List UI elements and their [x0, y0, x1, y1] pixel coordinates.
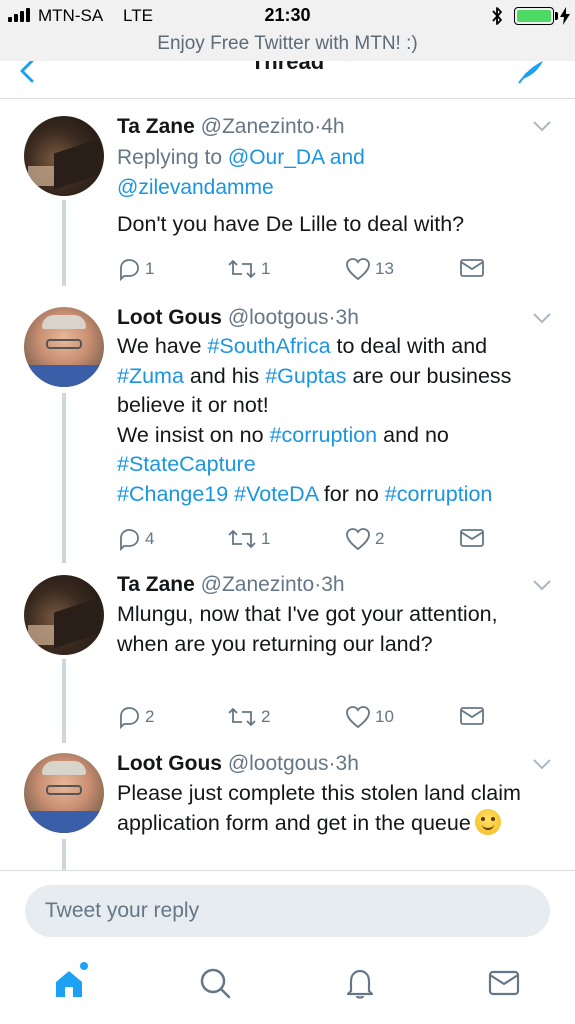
tweet-header: Loot Gous @lootgous·3h [117, 752, 359, 775]
avatar[interactable] [24, 753, 104, 833]
tweet-header: Ta Zane @Zanezinto·3h [117, 573, 345, 596]
reply-bar [0, 870, 575, 938]
tweet-header: Loot Gous @lootgous·3h [117, 306, 359, 329]
tweet-text: Mlungu, now that I've got your attention… [117, 602, 498, 656]
thread-connector [62, 839, 66, 870]
heart-icon [346, 258, 370, 281]
reply-icon [120, 529, 139, 551]
hashtag-link[interactable]: #StateCapture [117, 452, 256, 476]
replying-to: Replying to @Our_DA and @zilevandamme [117, 146, 365, 199]
retweet-icon [228, 529, 256, 549]
reply-button[interactable]: 4 [117, 527, 154, 551]
hashtag-link[interactable]: #Guptas [265, 364, 346, 388]
tweet-reply-input[interactable] [25, 885, 550, 937]
tweet-time: 3h [335, 306, 359, 329]
tweet-actions: 2 2 10 [117, 705, 487, 731]
avatar[interactable] [24, 116, 104, 196]
status-bar: MTN-SA LTE 21:30 [0, 0, 575, 30]
tweet-header: Ta Zane @Zanezinto·4h [117, 115, 345, 138]
reply-button[interactable]: 2 [117, 705, 154, 729]
thread-connector [62, 200, 66, 286]
tweet-text: We have #SouthAfrica to deal with and #Z… [117, 334, 512, 506]
chevron-down-icon[interactable] [532, 579, 552, 591]
envelope-icon [460, 259, 484, 277]
hashtag-link[interactable]: #Zuma [117, 364, 184, 388]
like-button[interactable]: 13 [345, 257, 394, 281]
retweet-button[interactable]: 1 [227, 527, 270, 551]
author-handle[interactable]: @lootgous [228, 752, 329, 775]
hashtag-link[interactable]: #SouthAfrica [207, 334, 330, 358]
tweet-text: Please just complete this stolen land cl… [117, 781, 521, 835]
page-title: Thread [250, 61, 325, 74]
home-icon[interactable] [52, 966, 86, 1000]
author-name[interactable]: Ta Zane [117, 115, 195, 138]
status-time: 21:30 [264, 5, 311, 25]
hashtag-link[interactable]: #VoteDA [234, 482, 318, 506]
like-button[interactable]: 10 [345, 705, 394, 729]
smiling-face-emoji [474, 808, 501, 835]
mention-link[interactable]: @zilevandamme [117, 176, 274, 199]
heart-icon [346, 528, 370, 551]
notifications-bell-icon[interactable] [343, 966, 377, 1000]
reply-icon [120, 259, 139, 281]
new-content-indicator [80, 962, 88, 970]
tweet-4[interactable]: Loot Gous @lootgous·3h Please just compl… [0, 743, 575, 870]
direct-message-button[interactable] [459, 705, 485, 727]
hashtag-link[interactable]: #corruption [270, 423, 378, 447]
retweet-button[interactable]: 1 [227, 257, 270, 281]
hashtag-link[interactable]: #corruption [385, 482, 493, 506]
retweet-button[interactable]: 2 [227, 705, 270, 729]
envelope-icon [460, 529, 484, 547]
avatar[interactable] [24, 575, 104, 655]
retweet-icon [228, 259, 256, 279]
tweet-text: Don't you have De Lille to deal with? [117, 212, 465, 236]
direct-message-button[interactable] [459, 257, 485, 279]
bottom-tab-bar [0, 946, 575, 1024]
like-button[interactable]: 2 [345, 527, 384, 551]
mention-link[interactable]: and [330, 146, 365, 169]
tweet-time: 3h [335, 752, 359, 775]
messages-envelope-icon[interactable] [487, 966, 521, 1000]
envelope-icon [460, 707, 484, 725]
battery-icon [514, 7, 554, 25]
tweet-time: 3h [321, 573, 345, 596]
compose-icon[interactable] [515, 61, 547, 85]
charging-icon [560, 7, 570, 25]
author-handle[interactable]: @Zanezinto [201, 573, 315, 596]
tweet-2[interactable]: Loot Gous @lootgous·3h We have #SouthAfr… [0, 293, 575, 563]
tweet-time: 4h [321, 115, 345, 138]
author-handle[interactable]: @Zanezinto [201, 115, 315, 138]
tweet-actions: 4 1 2 [117, 527, 487, 553]
chevron-down-icon[interactable] [532, 758, 552, 770]
heart-icon [346, 706, 370, 729]
direct-message-button[interactable] [459, 527, 485, 549]
author-name[interactable]: Loot Gous [117, 306, 222, 329]
author-name[interactable]: Ta Zane [117, 573, 195, 596]
bluetooth-icon [492, 7, 502, 25]
thread-connector [62, 659, 66, 743]
author-name[interactable]: Loot Gous [117, 752, 222, 775]
hashtag-link[interactable]: #Change19 [117, 482, 228, 506]
search-icon[interactable] [198, 966, 232, 1000]
chevron-down-icon[interactable] [532, 120, 552, 132]
thread-connector [62, 393, 66, 563]
tweet-3[interactable]: Ta Zane @Zanezinto·3h Mlungu, now that I… [0, 563, 575, 743]
reply-button[interactable]: 1 [117, 257, 154, 281]
chevron-down-icon[interactable] [532, 312, 552, 324]
tweet-actions: 1 1 13 [117, 257, 487, 283]
carrier-promo-banner[interactable]: Enjoy Free Twitter with MTN! :) [0, 30, 575, 61]
reply-icon [120, 707, 139, 729]
avatar[interactable] [24, 307, 104, 387]
tweet-1[interactable]: Ta Zane @Zanezinto·4h Replying to @Our_D… [0, 100, 575, 292]
mention-link[interactable]: @Our_DA [228, 146, 324, 169]
author-handle[interactable]: @lootgous [228, 306, 329, 329]
thread-header: Thread [0, 61, 575, 99]
retweet-icon [228, 707, 256, 727]
